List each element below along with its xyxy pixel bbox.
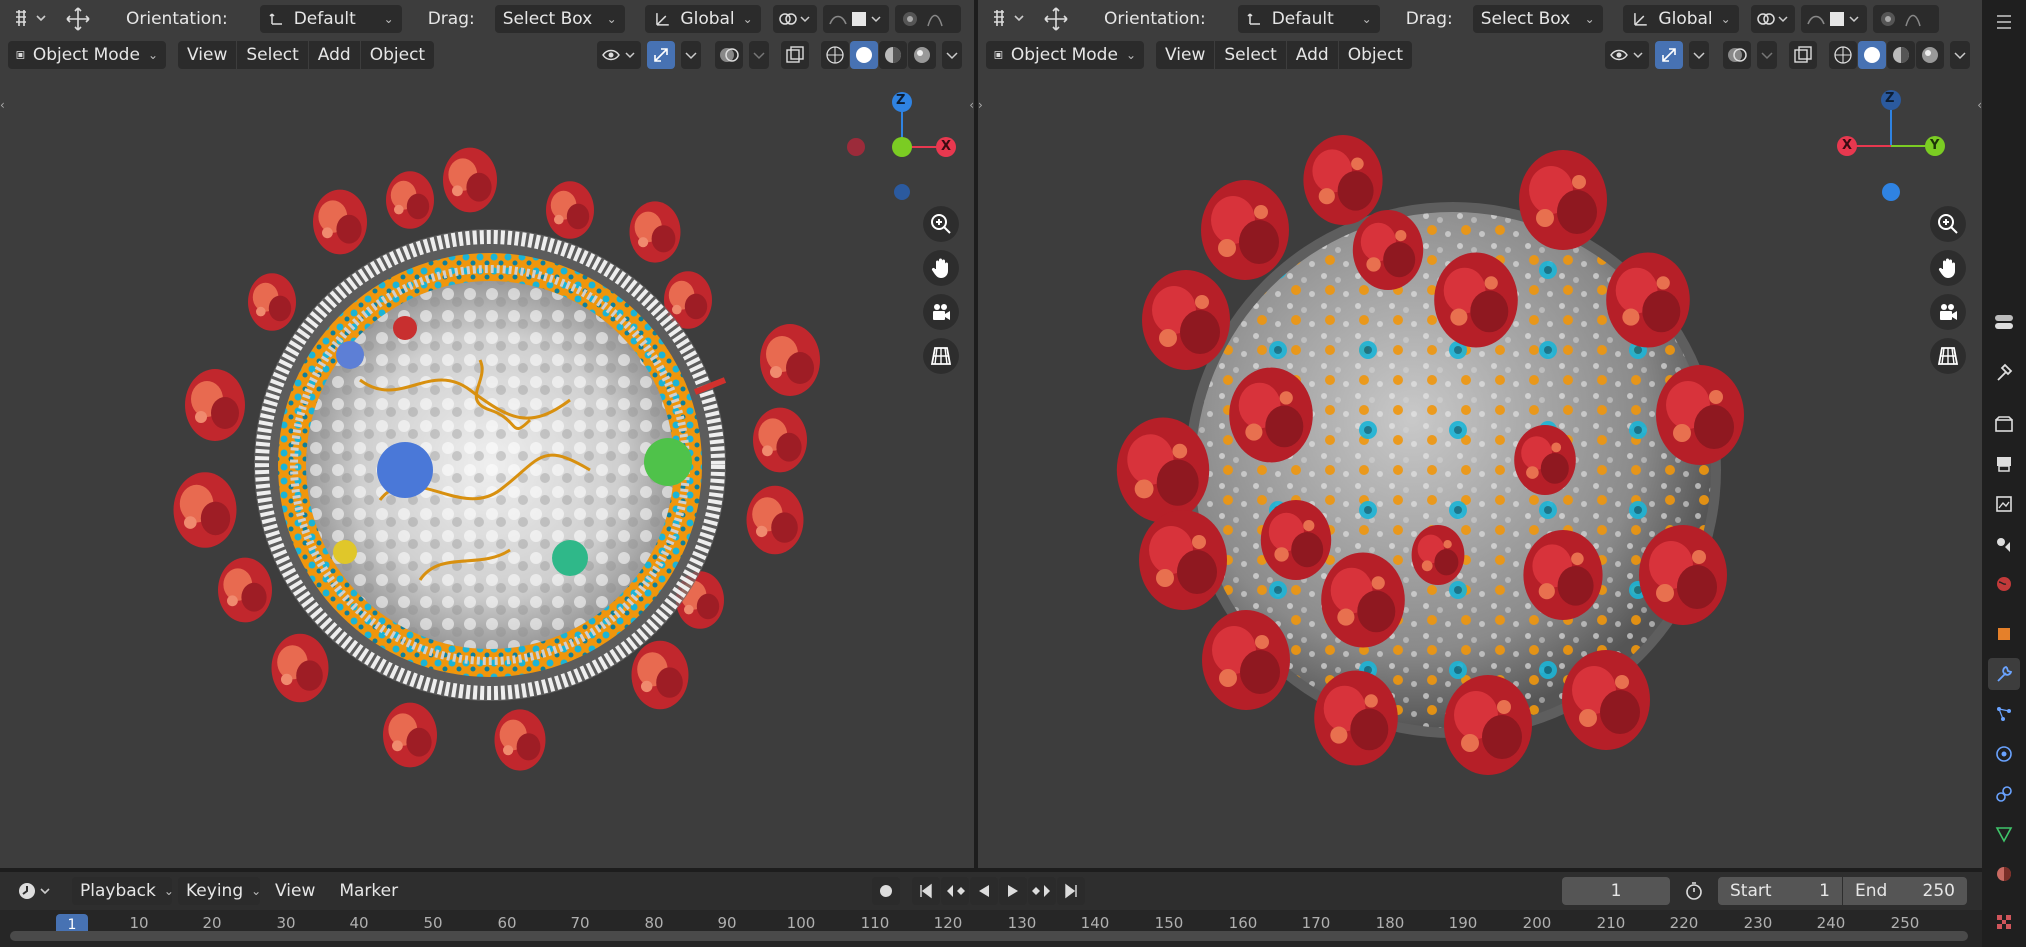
playback-controls — [872, 877, 1085, 905]
keying-menu[interactable]: Keying ⌄ — [178, 877, 261, 905]
timeline-editor: Playback ⌄ Keying ⌄ View Marker 1 Start … — [0, 872, 1982, 947]
ruler-tick: 230 — [1743, 914, 1773, 932]
ruler-tick: 170 — [1301, 914, 1331, 932]
record-icon[interactable] — [872, 877, 900, 905]
next-keyframe-icon[interactable] — [1028, 877, 1056, 905]
particles-icon[interactable] — [1988, 698, 2020, 730]
virus-cross-section-render — [173, 147, 820, 771]
world-icon[interactable] — [1988, 568, 2020, 600]
timeline-header: Playback ⌄ Keying ⌄ View Marker 1 Start … — [0, 872, 1982, 910]
jump-end-icon[interactable] — [1057, 877, 1085, 905]
timeline-marker-menu[interactable]: Marker — [330, 877, 407, 905]
constraints-icon[interactable] — [1988, 778, 2020, 810]
view-layer-icon[interactable] — [1988, 488, 2020, 520]
current-frame-field[interactable]: 1 — [1562, 877, 1670, 905]
ruler-tick: 10 — [129, 914, 149, 932]
play-reverse-icon[interactable] — [970, 877, 998, 905]
render-icon[interactable] — [1988, 408, 2020, 440]
material-icon[interactable] — [1988, 858, 2020, 890]
timeline-ruler[interactable]: 10 20 30 40 50 60 70 80 90 100 110 120 1… — [0, 910, 1982, 947]
properties-tab-strip — [1982, 0, 2026, 947]
scene-icon[interactable] — [1988, 528, 2020, 560]
texture-icon[interactable] — [1988, 906, 2020, 938]
ruler-tick: 160 — [1228, 914, 1258, 932]
ruler-tick: 240 — [1816, 914, 1846, 932]
end-label: End — [1855, 881, 1888, 901]
viewport-right[interactable]: Orientation: Default ⌄ Drag: Select Box … — [978, 0, 1982, 868]
outliner-icon[interactable] — [1988, 6, 2020, 38]
green-protein — [644, 438, 692, 486]
ruler-tick: 150 — [1154, 914, 1184, 932]
jump-start-icon[interactable] — [912, 877, 940, 905]
frame-range-controls: 1 Start 1 End 250 — [1562, 877, 1967, 905]
current-frame-value: 1 — [1610, 881, 1622, 901]
output-icon[interactable] — [1988, 448, 2020, 480]
ruler-tick: 30 — [276, 914, 296, 932]
object-data-icon[interactable] — [1988, 818, 2020, 850]
object-icon[interactable] — [1988, 618, 2020, 650]
ruler-tick: 210 — [1596, 914, 1626, 932]
ruler-tick: 180 — [1375, 914, 1405, 932]
ruler-tick: 100 — [786, 914, 816, 932]
start-frame-field[interactable]: Start 1 — [1718, 877, 1842, 905]
timeline-scrollbar[interactable] — [10, 931, 1968, 941]
start-value: 1 — [1819, 881, 1830, 901]
tool-icon[interactable] — [1988, 356, 2020, 388]
ruler-tick: 140 — [1080, 914, 1110, 932]
stopwatch-icon[interactable] — [1680, 877, 1708, 905]
blue-protein — [377, 442, 433, 498]
ruler-tick: 20 — [202, 914, 222, 932]
play-icon[interactable] — [999, 877, 1027, 905]
virus-surface-render — [1116, 135, 1744, 775]
playback-label: Playback — [80, 881, 156, 901]
viewport-left[interactable]: Orientation: Default ⌄ Drag: Select Box … — [0, 0, 974, 868]
ruler-tick: 70 — [570, 914, 590, 932]
playback-menu[interactable]: Playback ⌄ — [72, 877, 174, 905]
ruler-tick: 110 — [860, 914, 890, 932]
physics-icon[interactable] — [1988, 738, 2020, 770]
start-label: Start — [1730, 881, 1772, 901]
blender-window: Orientation: Default ⌄ Drag: Select Box … — [0, 0, 2026, 947]
ruler-tick: 250 — [1890, 914, 1920, 932]
ruler-tick: 50 — [423, 914, 443, 932]
ruler-tick: 40 — [349, 914, 369, 932]
keying-label: Keying — [186, 881, 244, 901]
end-value: 250 — [1922, 881, 1955, 901]
ruler-tick: 80 — [644, 914, 664, 932]
end-frame-field[interactable]: End 250 — [1843, 877, 1967, 905]
ruler-tick: 60 — [497, 914, 517, 932]
ruler-tick: 120 — [933, 914, 963, 932]
editor-type-icon[interactable] — [12, 877, 56, 905]
prev-keyframe-icon[interactable] — [941, 877, 969, 905]
toggle-icon[interactable] — [1988, 306, 2020, 338]
ruler-tick: 90 — [717, 914, 737, 932]
modifier-icon[interactable] — [1988, 658, 2020, 690]
timeline-view-menu[interactable]: View — [266, 877, 324, 905]
ruler-tick: 190 — [1448, 914, 1478, 932]
ruler-tick: 200 — [1522, 914, 1552, 932]
ruler-tick: 220 — [1669, 914, 1699, 932]
ruler-tick: 130 — [1007, 914, 1037, 932]
